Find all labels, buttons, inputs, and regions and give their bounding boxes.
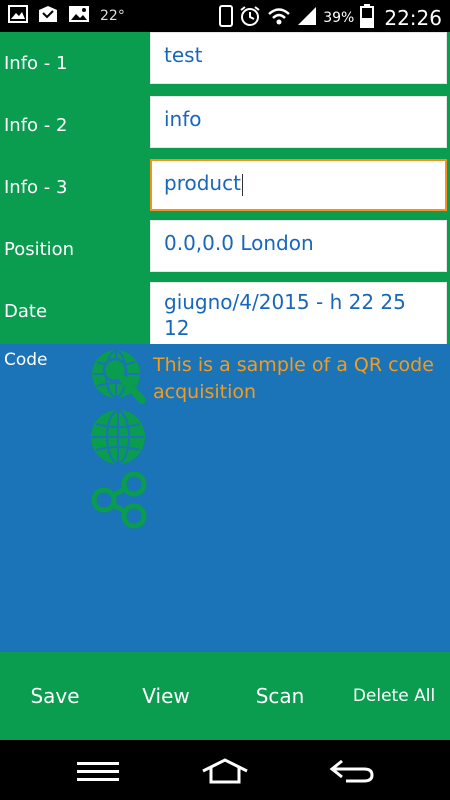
form-row-date: Date giugno/4/2015 - h 22 25 12 [0,280,450,344]
gallery-icon [8,5,28,27]
globe-icon[interactable] [90,408,148,466]
position-label: Position [4,238,75,260]
scan-button[interactable]: Scan [222,652,338,740]
code-section: Code This is a sample of a QR code acqui… [0,344,450,652]
view-button[interactable]: View [110,652,222,740]
back-icon[interactable] [322,754,382,788]
info-1-label: Info - 1 [4,52,68,74]
search-globe-icon[interactable] [90,348,148,406]
menu-icon[interactable] [68,754,128,788]
mail-icon [38,5,58,27]
info-3-field[interactable]: product [150,159,447,211]
status-right: 39% 22:26 [219,4,442,32]
form-row-position: Position 0.0,0.0 London [0,218,450,280]
date-label: Date [4,300,48,322]
info-3-value: product [164,171,241,195]
temperature: 22° [100,8,125,24]
info-form: Info - 1 test Info - 2 info Info - 3 pro… [0,32,450,344]
code-description: This is a sample of a QR code acquisitio… [153,354,434,403]
form-row-info-3: Info - 3 product [0,156,450,218]
date-field[interactable]: giugno/4/2015 - h 22 25 12 [150,282,447,344]
battery-icon [360,4,375,32]
alarm-icon [239,5,261,31]
info-2-field[interactable]: info [150,96,447,148]
position-field[interactable]: 0.0,0.0 London [150,220,447,272]
share-icon[interactable] [90,471,148,530]
text-caret [241,173,243,196]
home-icon[interactable] [195,754,255,788]
battery-percent: 39% [323,10,355,26]
image-icon [68,5,90,27]
form-row-info-2: Info - 2 info [0,94,450,156]
clock: 22:26 [384,6,442,30]
signal-icon [297,6,317,30]
code-label: Code [4,350,48,370]
status-bar: 22° 39% 22:26 [0,0,450,32]
wifi-icon [267,6,291,30]
phone-icon [219,5,234,31]
action-bar: Save View Scan Delete All [0,652,450,740]
info-2-label: Info - 2 [4,114,68,136]
save-button[interactable]: Save [0,652,110,740]
delete-all-button[interactable]: Delete All [338,652,450,740]
info-3-label: Info - 3 [4,176,68,198]
form-row-info-1: Info - 1 test [0,32,450,94]
status-left: 22° [8,5,125,27]
info-1-field[interactable]: test [150,32,447,84]
navigation-bar [0,740,450,800]
